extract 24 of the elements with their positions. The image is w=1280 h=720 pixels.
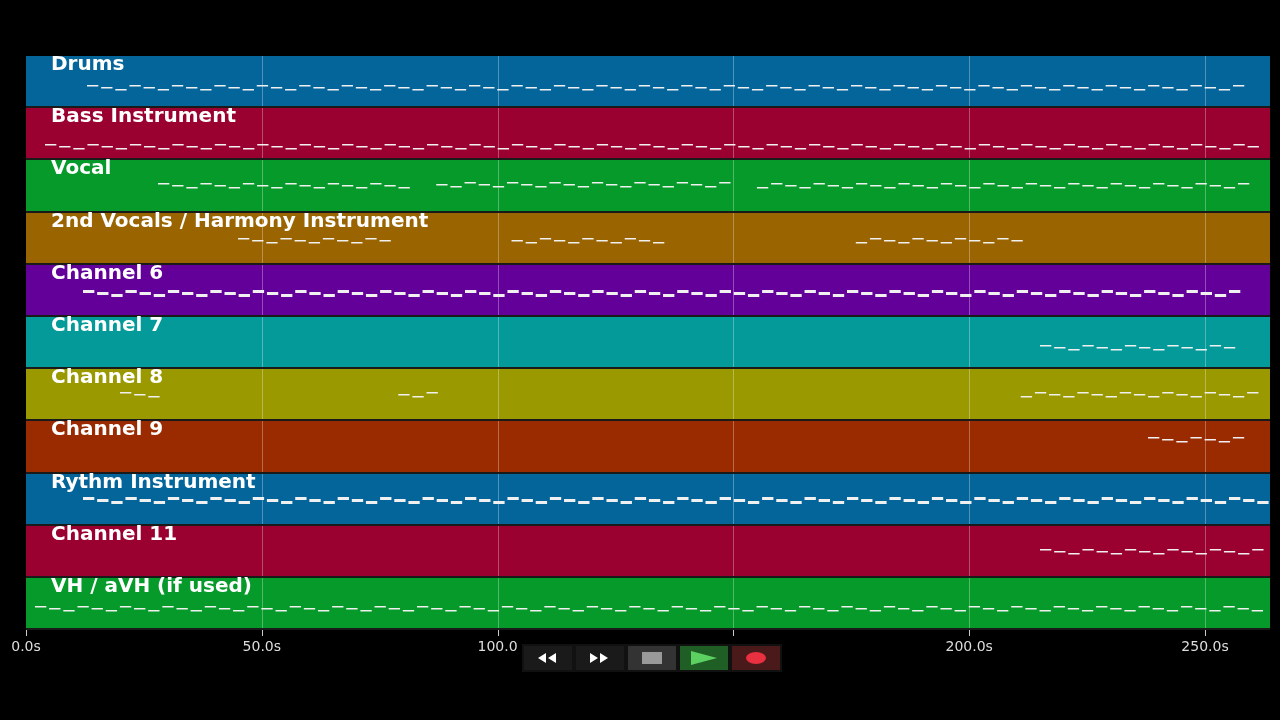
- track-name: Vocal: [51, 155, 112, 180]
- track-name: Channel 11: [51, 520, 178, 545]
- time-label: 0.0s: [11, 638, 41, 655]
- stop-icon: [642, 652, 662, 665]
- track-name: Channel 6: [51, 259, 164, 284]
- track-name: 2nd Vocals / Harmony Instrument: [51, 207, 429, 232]
- track-name: Bass Instrument: [51, 103, 236, 128]
- track-name: Channel 8: [51, 364, 164, 389]
- track-name: VH / aVH (if used): [51, 572, 252, 597]
- play-button[interactable]: [680, 646, 728, 671]
- time-label: 50.0s: [242, 638, 282, 655]
- time-label: 250.0s: [1181, 638, 1229, 655]
- track-name: Rythm Instrument: [51, 468, 256, 493]
- track-name: Channel 9: [51, 416, 164, 441]
- time-label: 200.0s: [945, 638, 993, 655]
- stop-button[interactable]: [628, 646, 676, 671]
- rewind-button[interactable]: [524, 646, 572, 671]
- record-icon: [746, 652, 766, 665]
- track-name: Channel 7: [51, 311, 164, 336]
- record-button[interactable]: [732, 646, 780, 671]
- time-label: 100.0: [477, 638, 518, 655]
- play-icon: [691, 651, 717, 666]
- track-name: Drums: [51, 51, 125, 75]
- fast-forward-button[interactable]: [576, 646, 624, 671]
